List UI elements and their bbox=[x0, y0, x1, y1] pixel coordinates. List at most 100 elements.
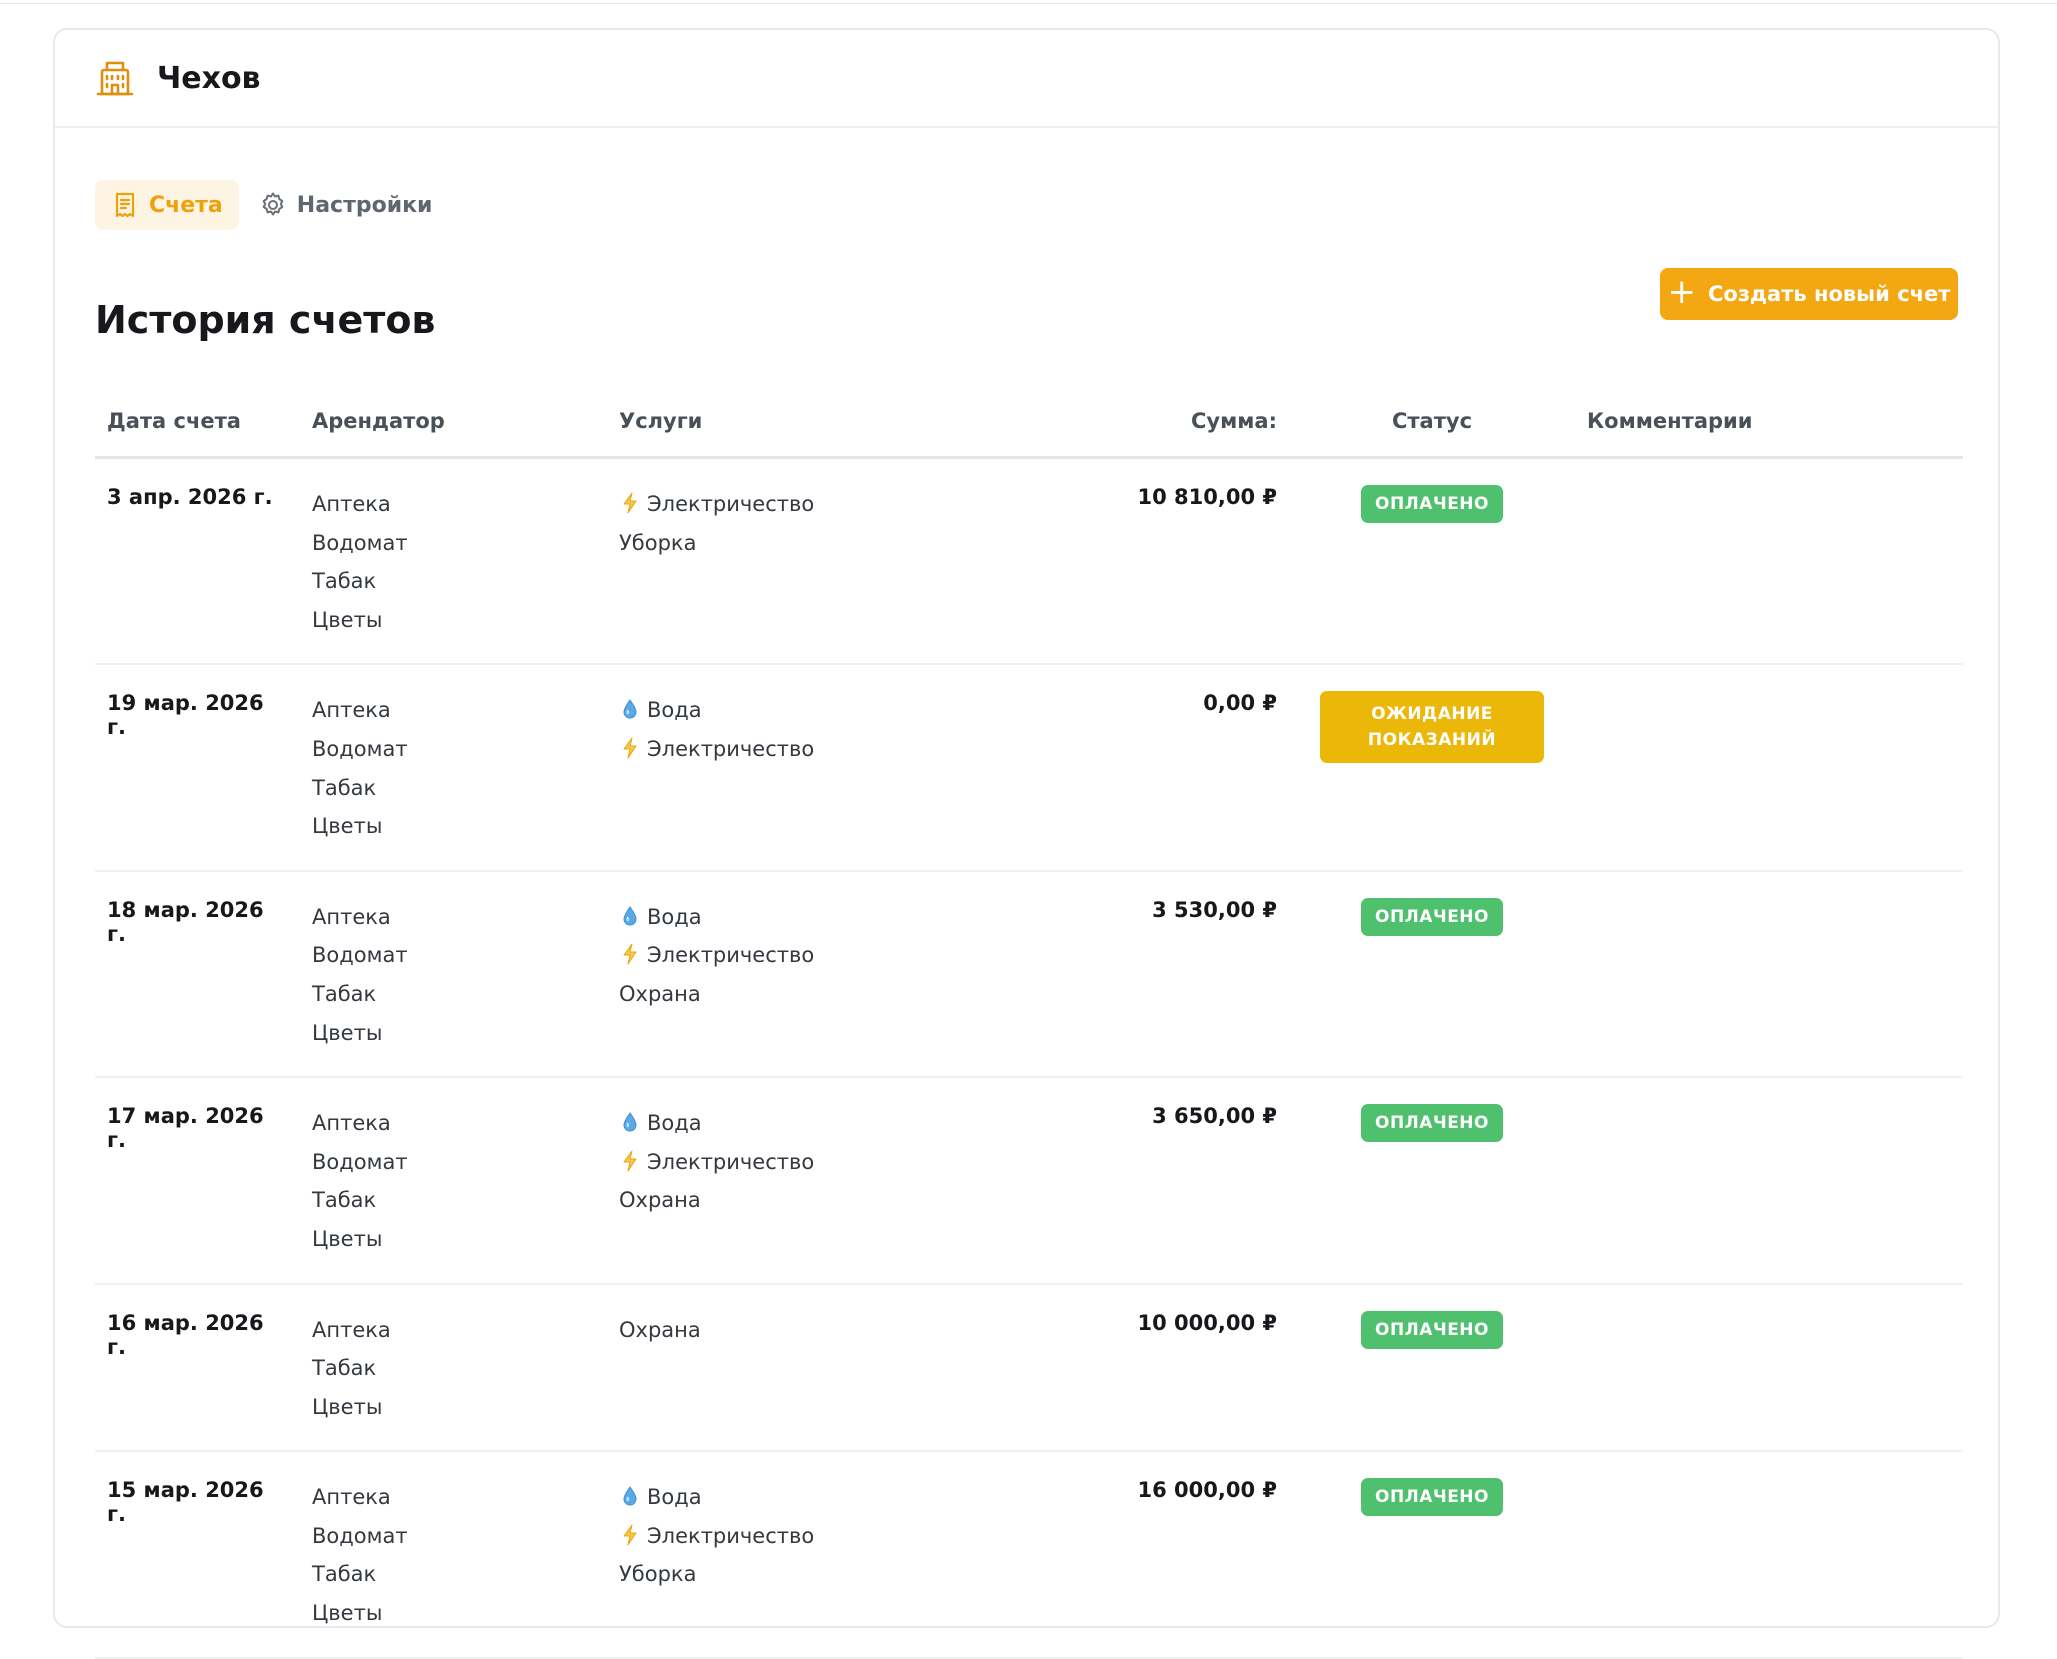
tenant-name: Цветы bbox=[312, 607, 383, 632]
comment-cell bbox=[1575, 1077, 1963, 1285]
invoice-amount: 16 000,00 ₽ bbox=[907, 1451, 1289, 1659]
col-header-services[interactable]: Услуги bbox=[607, 386, 907, 459]
table-body: 3 апр. 2026 г. Аптека Водомат Табак Цветы Эле… bbox=[95, 457, 1963, 1659]
service-name: Вода bbox=[647, 1485, 702, 1510]
invoices-table: Дата счета Арендатор Услуги Сумма: Стату… bbox=[95, 386, 1963, 1659]
water-drop-icon bbox=[619, 691, 641, 730]
tab-settings[interactable]: Настройки bbox=[255, 180, 449, 230]
tenant-name: Аптека bbox=[312, 1485, 391, 1510]
status-badge: ОЖИДАНИЕ ПОКАЗАНИЙ bbox=[1320, 691, 1544, 764]
top-divider bbox=[0, 3, 2057, 4]
status-cell: ОПЛАЧЕНО bbox=[1289, 1451, 1575, 1659]
section-title: История счетов bbox=[95, 298, 436, 342]
service-item: Электричество bbox=[619, 1517, 895, 1556]
tenant-name: Водомат bbox=[312, 1523, 408, 1548]
col-header-date[interactable]: Дата счета bbox=[95, 386, 300, 459]
tenants-cell: Аптека Табак Цветы bbox=[300, 1283, 607, 1453]
tab-bar: Счета Настройки bbox=[95, 180, 448, 230]
create-invoice-button[interactable]: + Создать новый счет bbox=[1660, 268, 1958, 320]
service-name: Электричество bbox=[647, 943, 815, 968]
tenants-cell: Аптека Водомат Табак Цветы bbox=[300, 870, 607, 1079]
service-name: Электричество bbox=[647, 1149, 815, 1174]
invoice-date: 15 мар. 2026 г. bbox=[95, 1451, 300, 1659]
service-name: Электричество bbox=[647, 736, 815, 761]
table-row[interactable]: 19 мар. 2026 г. Аптека Водомат Табак Цветы Во… bbox=[95, 664, 1963, 872]
services-cell: Вода Электричество Охрана bbox=[607, 870, 907, 1079]
create-invoice-label: Создать новый счет bbox=[1708, 282, 1951, 306]
tenant-name: Табак bbox=[312, 569, 377, 594]
lightning-icon bbox=[619, 730, 641, 769]
invoice-amount: 0,00 ₽ bbox=[907, 664, 1289, 872]
gear-icon bbox=[262, 192, 284, 216]
service-name: Вода bbox=[647, 1111, 702, 1136]
status-badge: ОПЛАЧЕНО bbox=[1361, 1478, 1503, 1517]
table-row[interactable]: 15 мар. 2026 г. Аптека Водомат Табак Цветы Во… bbox=[95, 1451, 1963, 1659]
invoice-amount: 10 810,00 ₽ bbox=[907, 457, 1289, 666]
col-header-amount[interactable]: Сумма: bbox=[907, 386, 1289, 459]
service-name: Вода bbox=[647, 904, 702, 929]
status-cell: ОПЛАЧЕНО bbox=[1289, 457, 1575, 666]
tenant-name: Табак bbox=[312, 775, 377, 800]
tenant-name: Аптека bbox=[312, 904, 391, 929]
tenant-name: Табак bbox=[312, 1562, 377, 1587]
tenant-name: Водомат bbox=[312, 530, 408, 555]
service-item: Охрана bbox=[619, 975, 895, 1014]
col-header-status[interactable]: Статус bbox=[1289, 386, 1575, 459]
tab-invoices[interactable]: Счета bbox=[95, 180, 239, 230]
invoice-date: 19 мар. 2026 г. bbox=[95, 664, 300, 872]
status-badge: ОПЛАЧЕНО bbox=[1361, 1104, 1503, 1143]
service-item: Электричество bbox=[619, 936, 895, 975]
tenant-name: Водомат bbox=[312, 736, 408, 761]
water-drop-icon bbox=[619, 898, 641, 937]
col-header-tenant[interactable]: Арендатор bbox=[300, 386, 607, 459]
tenant-name: Цветы bbox=[312, 1394, 383, 1419]
tenant-name: Водомат bbox=[312, 1149, 408, 1174]
status-badge: ОПЛАЧЕНО bbox=[1361, 897, 1503, 936]
table-header-row: Дата счета Арендатор Услуги Сумма: Стату… bbox=[95, 386, 1963, 459]
services-cell: Вода Электричество Охрана bbox=[607, 1077, 907, 1285]
status-cell: ОПЛАЧЕНО bbox=[1289, 1283, 1575, 1453]
services-cell: Электричество Уборка bbox=[607, 457, 907, 666]
tenant-name: Цветы bbox=[312, 1601, 383, 1626]
invoice-date: 17 мар. 2026 г. bbox=[95, 1077, 300, 1285]
service-name: Электричество bbox=[647, 492, 815, 516]
tenant-name: Табак bbox=[312, 981, 377, 1006]
tab-settings-label: Настройки bbox=[296, 192, 433, 218]
status-cell: ОЖИДАНИЕ ПОКАЗАНИЙ bbox=[1289, 664, 1575, 872]
water-drop-icon bbox=[619, 1478, 641, 1517]
receipt-icon bbox=[115, 192, 135, 218]
tenant-name: Аптека bbox=[312, 1317, 391, 1342]
service-name: Охрана bbox=[619, 1317, 701, 1342]
service-item: Вода bbox=[619, 1478, 895, 1517]
building-icon bbox=[95, 58, 135, 98]
service-name: Охрана bbox=[619, 1188, 701, 1213]
table-row[interactable]: 3 апр. 2026 г. Аптека Водомат Табак Цветы Эле… bbox=[95, 457, 1963, 666]
comment-cell bbox=[1575, 457, 1963, 666]
table-row[interactable]: 16 мар. 2026 г. Аптека Табак Цветы Охрана 10 … bbox=[95, 1283, 1963, 1453]
service-item: Электричество bbox=[619, 730, 895, 769]
services-cell: Вода Электричество Уборка bbox=[607, 1451, 907, 1659]
services-cell: Вода Электричество bbox=[607, 664, 907, 872]
tenants-cell: Аптека Водомат Табак Цветы bbox=[300, 457, 607, 666]
tenant-name: Аптека bbox=[312, 698, 391, 723]
invoice-date: 18 мар. 2026 г. bbox=[95, 870, 300, 1079]
service-item: Охрана bbox=[619, 1181, 895, 1220]
lightning-icon bbox=[619, 936, 641, 975]
tenant-name: Цветы bbox=[312, 1226, 383, 1251]
tenant-name: Табак bbox=[312, 1356, 377, 1381]
service-name: Уборка bbox=[619, 530, 697, 555]
plus-icon: + bbox=[1667, 272, 1697, 312]
col-header-comments[interactable]: Комментарии bbox=[1575, 386, 1963, 459]
services-cell: Охрана bbox=[607, 1283, 907, 1453]
table-row[interactable]: 17 мар. 2026 г. Аптека Водомат Табак Цветы Во… bbox=[95, 1077, 1963, 1285]
service-item: Уборка bbox=[619, 524, 895, 563]
tenant-name: Цветы bbox=[312, 1020, 383, 1045]
comment-cell bbox=[1575, 870, 1963, 1079]
tenant-name: Аптека bbox=[312, 492, 391, 516]
status-cell: ОПЛАЧЕНО bbox=[1289, 870, 1575, 1079]
service-item: Электричество bbox=[619, 1143, 895, 1182]
table-row[interactable]: 18 мар. 2026 г. Аптека Водомат Табак Цветы Во… bbox=[95, 870, 1963, 1079]
service-item: Охрана bbox=[619, 1311, 895, 1350]
invoice-amount: 3 650,00 ₽ bbox=[907, 1077, 1289, 1285]
service-item: Вода bbox=[619, 898, 895, 937]
